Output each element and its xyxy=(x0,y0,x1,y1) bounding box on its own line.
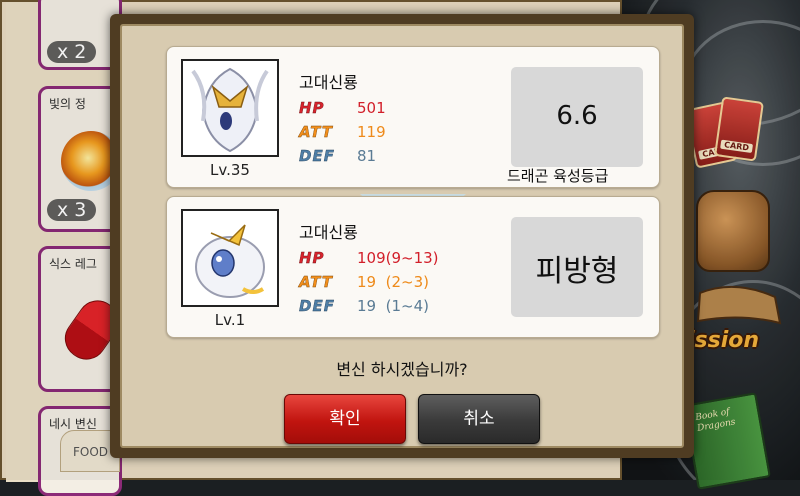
def-value: 19 (1~4) xyxy=(357,297,429,315)
dragon-portrait xyxy=(181,59,279,157)
dragon-level: Lv.1 xyxy=(214,311,246,329)
dragon-portrait xyxy=(181,209,279,307)
grade-box: 6.6 xyxy=(511,67,643,167)
adult-dragon-icon xyxy=(191,67,269,153)
dragon-name: 고대신룡 xyxy=(299,223,358,242)
hp-stat: HP 501 xyxy=(299,99,386,117)
att-key: ATT xyxy=(299,123,333,141)
hp-key: HP xyxy=(299,99,325,117)
att-stat: ATT 19 (2~3) xyxy=(299,273,429,291)
hp-key: HP xyxy=(299,249,325,267)
att-value: 119 xyxy=(357,123,386,141)
def-key: DEF xyxy=(299,147,335,165)
transform-dialog: Lv.35 고대신룡 HP 501 ATT 119 DEF 81 6.6 드래곤 육성… xyxy=(110,14,694,458)
confirm-question: 변신 하시겠습니까? xyxy=(336,360,468,379)
def-value: 81 xyxy=(357,147,377,165)
def-key: DEF xyxy=(299,297,335,315)
hp-stat: HP 109(9~13) xyxy=(299,249,439,267)
next-dragon-card: Lv.1 고대신룡 HP 109(9~13) ATT 19 (2~3) DEF 19 … xyxy=(166,196,660,338)
def-stat: DEF 81 xyxy=(299,147,376,165)
att-value: 19 (2~3) xyxy=(357,273,429,291)
baby-dragon-icon xyxy=(195,224,265,298)
dialog-body: Lv.35 고대신룡 HP 501 ATT 119 DEF 81 6.6 드래곤 육성… xyxy=(120,24,684,448)
att-stat: ATT 119 xyxy=(299,123,386,141)
dragon-name: 고대신룡 xyxy=(299,73,358,92)
dragon-type: 피방형 xyxy=(535,254,619,289)
dragon-level: Lv.35 xyxy=(210,161,250,179)
hp-value: 109(9~13) xyxy=(357,249,439,267)
confirm-button[interactable]: 확인 xyxy=(284,394,406,444)
type-box: 피방형 xyxy=(511,217,643,317)
grade-value: 6.6 xyxy=(556,101,598,131)
def-stat: DEF 19 (1~4) xyxy=(299,297,429,315)
hp-value: 501 xyxy=(357,99,386,117)
grade-label: 드래곤 육성등급 xyxy=(507,167,609,185)
att-key: ATT xyxy=(299,273,333,291)
current-dragon-card: Lv.35 고대신룡 HP 501 ATT 119 DEF 81 6.6 드래곤 육성… xyxy=(166,46,660,188)
cancel-button[interactable]: 취소 xyxy=(418,394,540,444)
